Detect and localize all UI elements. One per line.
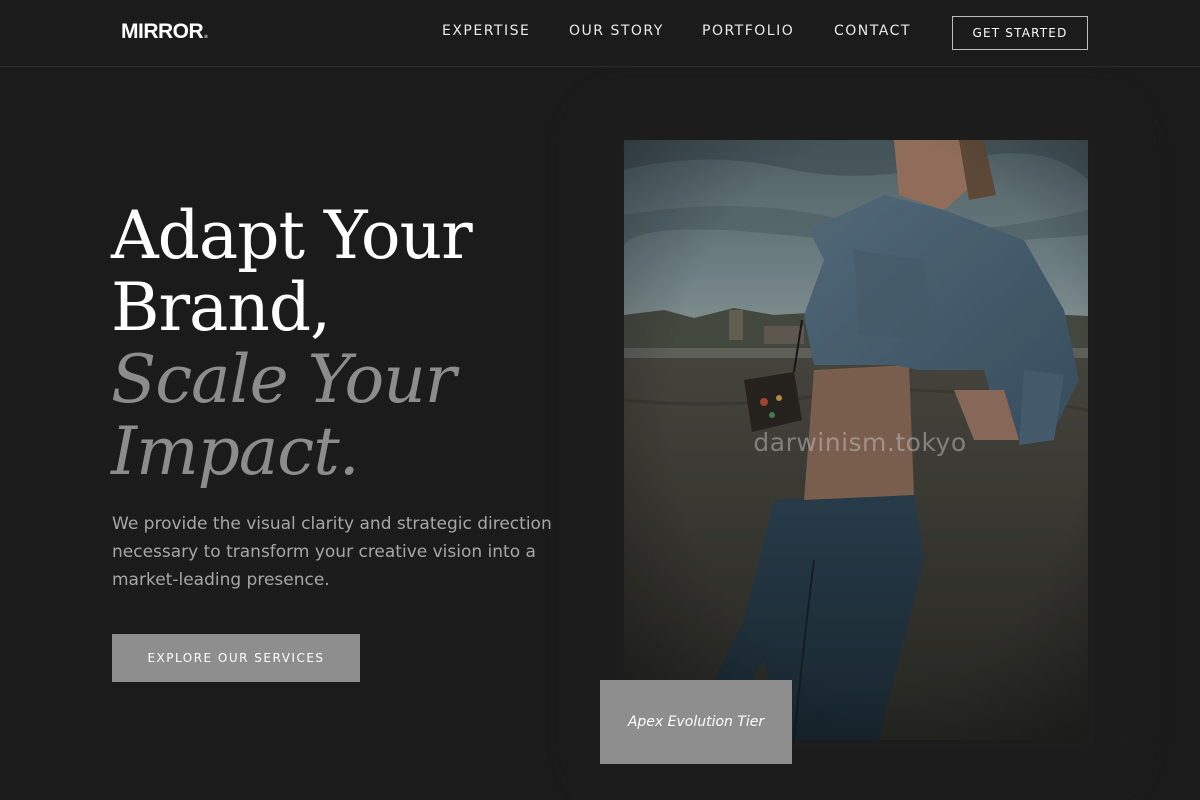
- hero-headline-line-4: Impact.: [111, 413, 360, 490]
- brand-logo-dot: .: [203, 20, 209, 43]
- explore-services-button[interactable]: EXPLORE OUR SERVICES: [112, 634, 360, 682]
- nav-link-our-story[interactable]: OUR STORY: [569, 23, 664, 39]
- photo-watermark: darwinism.tokyo: [753, 428, 967, 457]
- hero-photo: darwinism.tokyo: [624, 140, 1088, 740]
- hero-headline-line-3: Scale Your: [111, 341, 456, 418]
- brand-logo[interactable]: MIRROR.: [121, 20, 209, 44]
- nav-link-expertise[interactable]: EXPERTISE: [442, 23, 530, 39]
- hero-headline-line-2: Brand,: [111, 269, 331, 346]
- nav-link-contact[interactable]: CONTACT: [834, 23, 911, 39]
- hero-headline: Adapt Your Brand, Scale Your Impact.: [111, 200, 581, 488]
- nav-link-portfolio[interactable]: PORTFOLIO: [702, 23, 794, 39]
- top-navigation-bar: MIRROR. EXPERTISE OUR STORY PORTFOLIO CO…: [0, 0, 1200, 67]
- hero-headline-line-1: Adapt Your: [111, 197, 473, 274]
- hero-description: We provide the visual clarity and strate…: [112, 514, 552, 590]
- apex-tier-badge: Apex Evolution Tier: [600, 680, 792, 764]
- get-started-button[interactable]: GET STARTED: [952, 16, 1088, 50]
- brand-logo-text: MIRROR: [121, 20, 204, 43]
